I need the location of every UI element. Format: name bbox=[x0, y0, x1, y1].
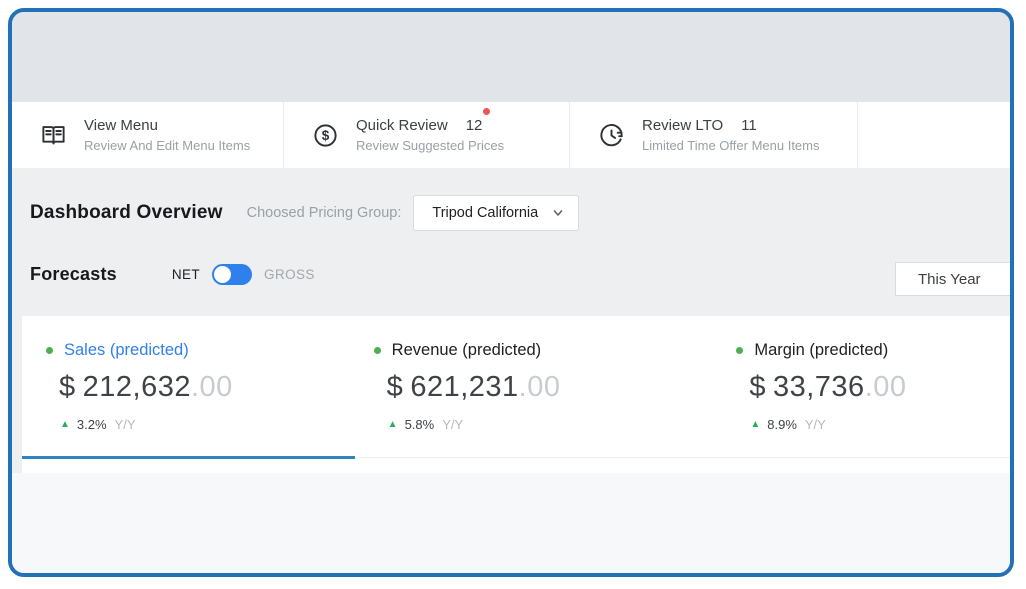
change-period: Y/Y bbox=[442, 417, 463, 432]
page-title: Dashboard Overview bbox=[30, 202, 223, 224]
change-percent: 3.2% bbox=[77, 417, 107, 432]
alert-dot bbox=[483, 108, 490, 115]
value-integer: 212,632 bbox=[83, 371, 191, 403]
metric-margin[interactable]: Margin (predicted) $33,736.00 ▲ 8.9% Y/Y bbox=[647, 316, 1010, 473]
dollar-circle-icon: $ bbox=[312, 122, 339, 149]
gross-label: GROSS bbox=[264, 267, 315, 282]
net-gross-toggle[interactable] bbox=[212, 264, 252, 285]
tab-review-lto-title: Review LTO bbox=[642, 117, 723, 134]
app-window: View Menu Review And Edit Menu Items $ Q… bbox=[8, 8, 1014, 577]
metric-revenue[interactable]: Revenue (predicted) $621,231.00 ▲ 5.8% Y… bbox=[320, 316, 648, 473]
green-dot-icon bbox=[46, 347, 53, 354]
currency-symbol: $ bbox=[749, 371, 766, 403]
pricing-group-select[interactable]: Tripod California bbox=[413, 195, 579, 231]
metric-revenue-change: ▲ 5.8% Y/Y bbox=[374, 417, 648, 432]
tab-view-menu-subtitle: Review And Edit Menu Items bbox=[84, 138, 250, 153]
change-percent: 5.8% bbox=[405, 417, 435, 432]
tab-quick-review-count: 12 bbox=[466, 117, 483, 134]
metric-sales-change: ▲ 3.2% Y/Y bbox=[46, 417, 320, 432]
tab-quick-review-text: Quick Review 12 Review Suggested Prices bbox=[356, 117, 504, 153]
tab-review-lto-count: 11 bbox=[741, 117, 757, 134]
currency-symbol: $ bbox=[59, 371, 76, 403]
metric-revenue-value: $621,231.00 bbox=[374, 371, 648, 404]
value-integer: 33,736 bbox=[773, 371, 865, 403]
metric-sales[interactable]: Sales (predicted) $212,632.00 ▲ 3.2% Y/Y bbox=[22, 316, 320, 473]
tab-review-lto-subtitle: Limited Time Offer Menu Items bbox=[642, 138, 820, 153]
green-dot-icon bbox=[374, 347, 381, 354]
toggle-knob bbox=[214, 266, 231, 283]
metric-margin-value: $33,736.00 bbox=[736, 371, 1010, 404]
tab-quick-review-title: Quick Review bbox=[356, 117, 448, 134]
metric-revenue-label: Revenue (predicted) bbox=[392, 341, 542, 360]
forecasts-row: Forecasts NET GROSS This Year bbox=[20, 256, 1010, 292]
tab-quick-review-subtitle: Review Suggested Prices bbox=[356, 138, 504, 153]
menu-book-icon bbox=[40, 122, 67, 149]
green-dot-icon bbox=[736, 347, 743, 354]
metric-margin-label-row: Margin (predicted) bbox=[736, 341, 1010, 360]
pricing-group-label: Choosed Pricing Group: bbox=[247, 205, 402, 221]
tab-review-lto-text: Review LTO 11 Limited Time Offer Menu It… bbox=[642, 117, 820, 153]
tab-view-menu-title: View Menu bbox=[84, 117, 158, 134]
triangle-up-icon: ▲ bbox=[60, 419, 70, 430]
metric-sales-label-row: Sales (predicted) bbox=[46, 341, 320, 360]
value-integer: 621,231 bbox=[410, 371, 518, 403]
tab-view-menu-text: View Menu Review And Edit Menu Items bbox=[84, 117, 250, 153]
currency-symbol: $ bbox=[387, 371, 404, 403]
chevron-down-icon bbox=[552, 207, 564, 219]
change-period: Y/Y bbox=[115, 417, 136, 432]
value-decimal: .00 bbox=[519, 371, 561, 403]
triangle-up-icon: ▲ bbox=[388, 419, 398, 430]
active-metric-indicator bbox=[22, 456, 355, 459]
main-tab-bar: View Menu Review And Edit Menu Items $ Q… bbox=[12, 102, 1010, 168]
net-gross-toggle-group: NET GROSS bbox=[172, 264, 315, 285]
value-decimal: .00 bbox=[865, 371, 907, 403]
triangle-up-icon: ▲ bbox=[750, 419, 760, 430]
metric-sales-value: $212,632.00 bbox=[46, 371, 320, 404]
period-value: This Year bbox=[918, 271, 981, 288]
metric-revenue-label-row: Revenue (predicted) bbox=[374, 341, 648, 360]
dashboard-content: Dashboard Overview Choosed Pricing Group… bbox=[12, 168, 1010, 573]
metric-sales-label: Sales (predicted) bbox=[64, 341, 189, 360]
overview-row: Dashboard Overview Choosed Pricing Group… bbox=[20, 194, 1010, 232]
bottom-band bbox=[12, 473, 1010, 573]
period-select[interactable]: This Year bbox=[895, 262, 1012, 296]
change-period: Y/Y bbox=[805, 417, 826, 432]
tab-view-menu[interactable]: View Menu Review And Edit Menu Items bbox=[12, 102, 284, 168]
tab-quick-review[interactable]: $ Quick Review 12 Review Suggested Price… bbox=[284, 102, 570, 168]
metric-margin-change: ▲ 8.9% Y/Y bbox=[736, 417, 1010, 432]
svg-text:$: $ bbox=[322, 128, 330, 143]
forecasts-title: Forecasts bbox=[30, 264, 117, 285]
top-header-band bbox=[12, 12, 1010, 102]
change-percent: 8.9% bbox=[767, 417, 797, 432]
tab-review-lto[interactable]: Review LTO 11 Limited Time Offer Menu It… bbox=[570, 102, 858, 168]
clock-history-icon bbox=[598, 122, 625, 149]
tab-bar-filler bbox=[858, 102, 1010, 168]
pricing-group-value: Tripod California bbox=[432, 205, 538, 221]
metric-margin-label: Margin (predicted) bbox=[754, 341, 888, 360]
value-decimal: .00 bbox=[191, 371, 233, 403]
forecast-metrics-panel: Sales (predicted) $212,632.00 ▲ 3.2% Y/Y… bbox=[22, 316, 1010, 473]
net-label: NET bbox=[172, 267, 200, 282]
